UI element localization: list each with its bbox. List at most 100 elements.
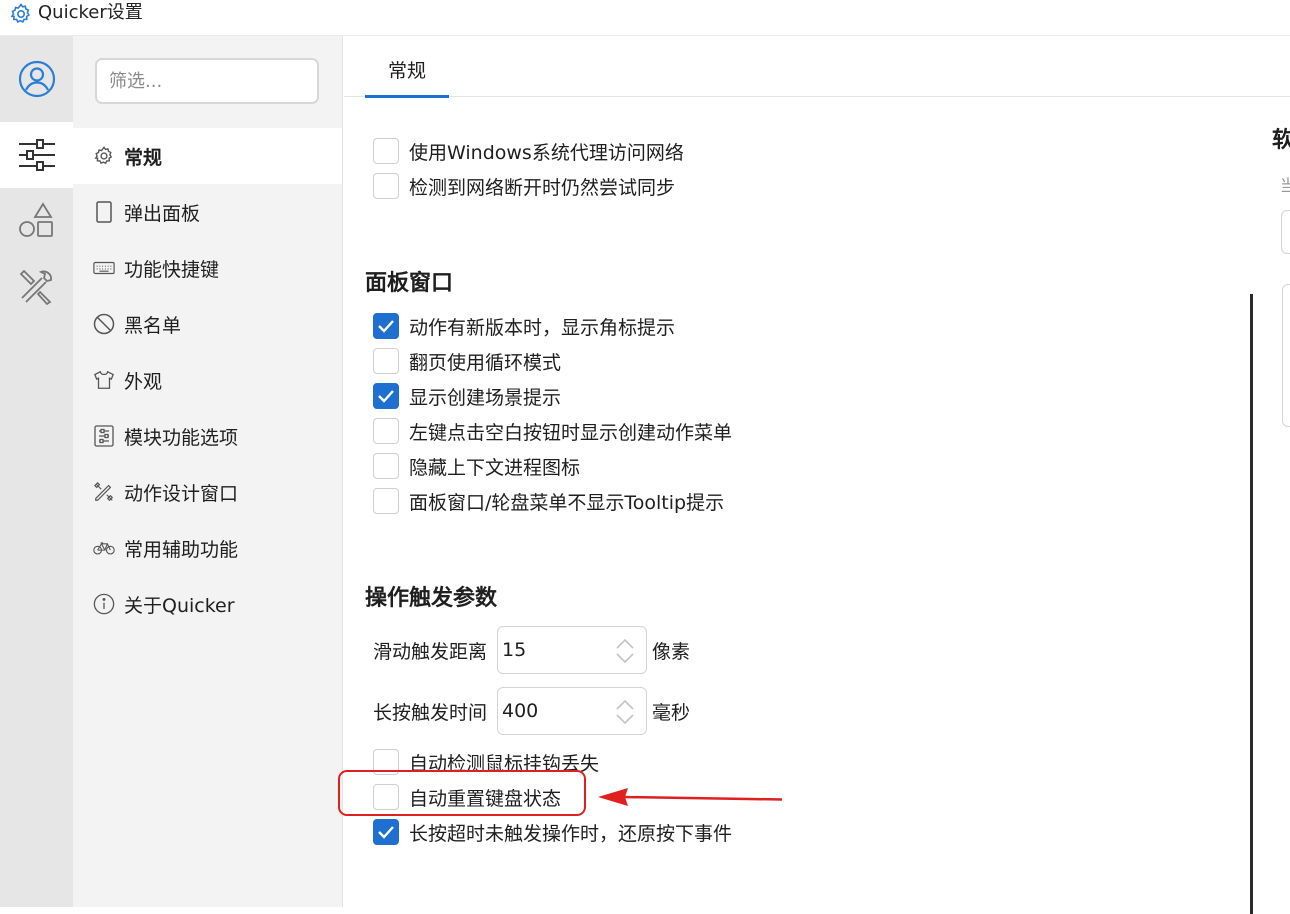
bike-icon: [93, 537, 115, 559]
option-label: 检测到网络断开时仍然尝试同步: [409, 176, 676, 199]
nav-item-appearance[interactable]: 外观: [73, 352, 342, 408]
tools-icon: [19, 269, 52, 306]
nav-item-label: 常规: [124, 146, 163, 169]
nav-item-label: 黑名单: [124, 314, 182, 337]
swipe-distance-spinner: [497, 626, 647, 674]
nav-item-label: 关于Quicker: [124, 594, 235, 617]
option-restore-press-event[interactable]: 长按超时未触发操作时，还原按下事件: [373, 817, 732, 847]
checkbox[interactable]: [373, 348, 399, 374]
option-label: 面板窗口/轮盘菜单不显示Tooltip提示: [409, 491, 725, 514]
filter-input[interactable]: [95, 58, 319, 104]
option-label: 翻页使用循环模式: [409, 351, 562, 374]
option-sync-when-offline[interactable]: 检测到网络断开时仍然尝试同步: [373, 171, 675, 201]
settings-content: 常规 使用Windows系统代理访问网络 检测到网络断开时仍然尝试同步 面板窗口…: [344, 36, 1290, 914]
checkbox[interactable]: [373, 749, 399, 775]
nav-item-label: 外观: [124, 370, 163, 393]
checkbox[interactable]: [373, 453, 399, 479]
option-scene-hint[interactable]: 显示创建场景提示: [373, 381, 561, 411]
nav-item-hotkeys[interactable]: 功能快捷键: [73, 240, 342, 296]
info-icon: [93, 593, 115, 615]
shapes-icon: [18, 202, 53, 237]
checkmark-icon: [378, 826, 394, 839]
tab-general[interactable]: 常规: [365, 56, 449, 98]
swipe-distance-row: 滑动触发距离 像素: [373, 626, 690, 674]
nav-item-module-options[interactable]: 模块功能选项: [73, 408, 342, 464]
nav-item-label: 弹出面板: [124, 202, 201, 225]
option-use-windows-proxy[interactable]: 使用Windows系统代理访问网络: [373, 136, 684, 166]
checkbox-checked[interactable]: [373, 383, 399, 409]
checkbox-checked[interactable]: [373, 819, 399, 845]
nav-item-label: 功能快捷键: [124, 258, 220, 281]
account-category-button[interactable]: [0, 46, 73, 112]
module-icon: [93, 425, 115, 447]
nav-item-about[interactable]: 关于Quicker: [73, 576, 342, 632]
keyboard-icon: [93, 257, 115, 279]
nav-item-assist-functions[interactable]: 常用辅助功能: [73, 520, 342, 576]
option-label: 自动检测鼠标挂钩丢失: [409, 752, 600, 775]
option-label: 隐藏上下文进程图标: [409, 456, 581, 479]
checkmark-icon: [378, 390, 394, 403]
design-icon: [93, 481, 115, 503]
longpress-time-unit: 毫秒: [652, 701, 691, 724]
panel-divider[interactable]: [1250, 294, 1253, 914]
nav-item-action-designer[interactable]: 动作设计窗口: [73, 464, 342, 520]
checkbox[interactable]: [373, 784, 399, 810]
checkbox[interactable]: [373, 138, 399, 164]
option-version-badge[interactable]: 动作有新版本时，显示角标提示: [373, 311, 675, 341]
title-bar: Quicker设置: [0, 0, 1290, 36]
section-title-panel-window: 面板窗口: [365, 271, 454, 296]
gear-icon: [93, 145, 115, 167]
settings-category-button[interactable]: [0, 122, 73, 188]
option-empty-button-menu[interactable]: 左键点击空白按钮时显示创建动作菜单: [373, 416, 732, 446]
right-panel-label: 当: [1280, 176, 1290, 195]
ban-icon: [93, 313, 115, 335]
checkbox[interactable]: [373, 173, 399, 199]
option-label: 使用Windows系统代理访问网络: [409, 141, 684, 164]
longpress-time-row: 长按触发时间 毫秒: [373, 687, 690, 735]
sliders-icon: [18, 139, 55, 171]
nav-item-blacklist[interactable]: 黑名单: [73, 296, 342, 352]
option-label: 长按超时未触发操作时，还原按下事件: [409, 822, 733, 845]
right-panel-input[interactable]: [1281, 210, 1290, 254]
spinner-arrows-icon[interactable]: [614, 698, 636, 726]
checkbox[interactable]: [373, 418, 399, 444]
nav-item-general[interactable]: 常规: [73, 128, 342, 184]
settings-nav: 常规 弹出面板 功能快捷键 黑名单 外观 模块功能选项 动作设计窗口: [73, 36, 343, 907]
user-icon: [18, 60, 55, 98]
longpress-time-input[interactable]: [502, 697, 602, 725]
checkmark-icon: [378, 320, 394, 333]
option-detect-mouse-hook[interactable]: 自动检测鼠标挂钩丢失: [373, 747, 599, 777]
option-hide-tooltip[interactable]: 面板窗口/轮盘菜单不显示Tooltip提示: [373, 486, 724, 516]
settings-gear-icon: [10, 3, 31, 23]
option-label: 左键点击空白按钮时显示创建动作菜单: [409, 421, 733, 444]
nav-item-label: 模块功能选项: [124, 426, 239, 449]
swipe-distance-input[interactable]: [502, 636, 602, 664]
active-tab-indicator: [365, 95, 449, 98]
panel-icon: [93, 201, 115, 223]
option-label: 动作有新版本时，显示角标提示: [409, 316, 676, 339]
swipe-distance-unit: 像素: [652, 640, 691, 663]
option-loop-paging[interactable]: 翻页使用循环模式: [373, 346, 561, 376]
swipe-distance-label: 滑动触发距离: [373, 640, 488, 663]
window-title: Quicker设置: [38, 2, 143, 23]
category-icon-bar: [0, 36, 73, 907]
longpress-time-spinner: [497, 687, 647, 735]
nav-item-popup-panel[interactable]: 弹出面板: [73, 184, 342, 240]
right-panel-textbox[interactable]: [1282, 284, 1290, 427]
tools-category-button[interactable]: [0, 254, 73, 320]
nav-item-label: 动作设计窗口: [124, 482, 239, 505]
spinner-arrows-icon[interactable]: [614, 637, 636, 665]
option-reset-keyboard-state[interactable]: 自动重置键盘状态: [373, 782, 561, 812]
option-label: 显示创建场景提示: [409, 386, 562, 409]
nav-item-label: 常用辅助功能: [124, 538, 239, 561]
option-label: 自动重置键盘状态: [409, 787, 562, 810]
shirt-icon: [93, 369, 115, 391]
checkbox[interactable]: [373, 488, 399, 514]
section-title-trigger-params: 操作触发参数: [365, 586, 498, 611]
shapes-category-button[interactable]: [0, 188, 73, 254]
tab-label: 常规: [387, 60, 426, 82]
right-panel-heading: 软: [1272, 128, 1290, 153]
checkbox-checked[interactable]: [373, 313, 399, 339]
option-hide-process-icon[interactable]: 隐藏上下文进程图标: [373, 451, 580, 481]
longpress-time-label: 长按触发时间: [373, 701, 488, 724]
